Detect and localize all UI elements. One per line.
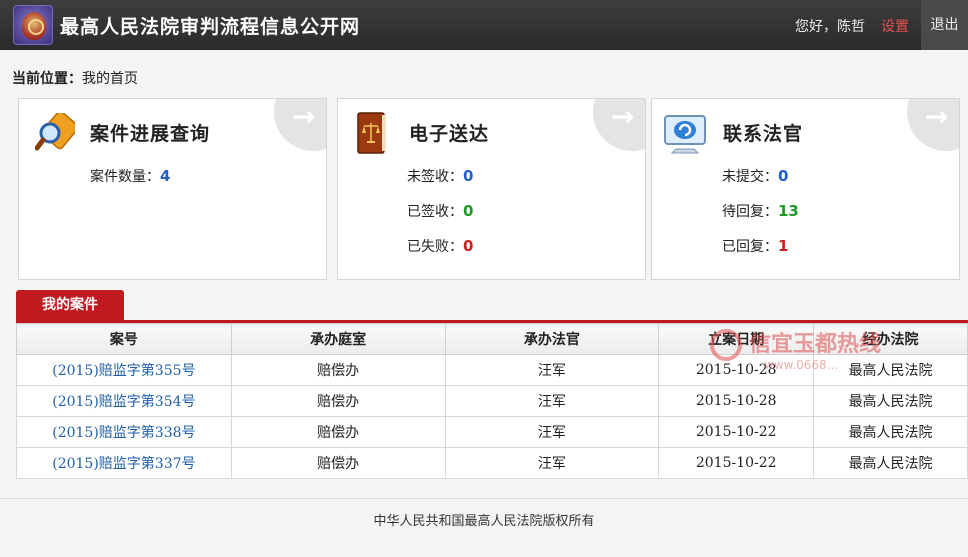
department-cell: 赔偿办 [230,416,446,448]
header-court[interactable]: 经办法院 [813,323,968,355]
table-row[interactable]: (2015)赔监字第355号 赔偿办 汪军 2015-10-28 最高人民法院 [16,354,968,386]
court-cell: 最高人民法院 [813,416,968,448]
header-department[interactable]: 承办庭室 [230,323,446,355]
case-number-cell[interactable]: (2015)赔监字第338号 [16,416,232,448]
table-row[interactable]: (2015)赔监字第338号 赔偿办 汪军 2015-10-22 最高人民法院 [16,416,968,448]
e-delivery-title: 电子送达 [409,123,490,145]
department-cell: 赔偿办 [230,354,446,386]
failed-label: 已失败： [407,239,463,255]
department-cell: 赔偿办 [230,447,446,479]
case-query-card[interactable]: → 案件进展查询 案件数量：4 [18,98,327,280]
breadcrumb-current: 我的首页 [82,71,138,87]
unsubmitted-row: 未提交：0 [722,166,788,186]
header-filing-date[interactable]: 立案日期 [658,323,815,355]
breadcrumb: 当前位置：我的首页 [12,68,138,88]
unsigned-label: 未签收： [407,169,463,185]
court-cell: 最高人民法院 [813,385,968,417]
arrow-right-icon: → [611,100,635,133]
judge-cell: 汪军 [444,354,660,386]
logout-button[interactable]: 退出 [921,0,968,50]
breadcrumb-label: 当前位置： [12,71,82,87]
replied-label: 已回复： [722,239,778,255]
law-book-icon [357,112,386,154]
case-number-link[interactable]: (2015)赔监字第337号 [52,456,195,472]
signed-row: 已签收：0 [407,201,473,221]
unsubmitted-label: 未提交： [722,169,778,185]
contact-judge-card[interactable]: → 联系法官 未提交：0 待回复：13 已回复：1 [651,98,960,280]
arrow-right-icon: → [292,100,316,133]
case-number-cell[interactable]: (2015)赔监字第337号 [16,447,232,479]
top-header: 最高人民法院审判流程信息公开网 您好，陈哲 设置 退出 [0,0,968,50]
failed-row: 已失败：0 [407,236,473,256]
pending-reply-row: 待回复：13 [722,201,799,221]
e-delivery-card[interactable]: → 电子送达 未签收：0 已签收：0 已失败：0 [337,98,646,280]
contact-judge-more-button[interactable]: → [907,99,959,151]
pending-reply-value: 13 [778,202,799,220]
arrow-right-icon: → [925,100,949,133]
case-number-link[interactable]: (2015)赔监字第355号 [52,363,195,379]
tab-my-cases[interactable]: 我的案件 [16,290,124,322]
case-count-value: 4 [160,167,171,185]
case-query-more-button[interactable]: → [274,99,326,151]
site-title: 最高人民法院审判流程信息公开网 [60,16,361,38]
judge-cell: 汪军 [444,385,660,417]
footer-divider [0,498,968,499]
signed-value: 0 [463,202,474,220]
table-row[interactable]: (2015)赔监字第337号 赔偿办 汪军 2015-10-22 最高人民法院 [16,447,968,479]
replied-row: 已回复：1 [722,236,788,256]
e-delivery-more-button[interactable]: → [593,99,645,151]
pending-reply-label: 待回复： [722,204,778,220]
user-greeting: 您好，陈哲 [795,19,865,35]
case-number-link[interactable]: (2015)赔监字第354号 [52,394,195,410]
filing-date-cell: 2015-10-28 [658,385,815,417]
signed-label: 已签收： [407,204,463,220]
failed-value: 0 [463,237,474,255]
settings-link[interactable]: 设置 [881,16,909,36]
table-header-row: 案号 承办庭室 承办法官 立案日期 经办法院 [16,323,968,355]
case-count-label: 案件数量： [90,169,160,185]
court-cell: 最高人民法院 [813,354,968,386]
case-query-title: 案件进展查询 [90,123,211,145]
case-count-row: 案件数量：4 [90,166,170,186]
filing-date-cell: 2015-10-22 [658,447,815,479]
case-number-cell[interactable]: (2015)赔监字第355号 [16,354,232,386]
unsigned-row: 未签收：0 [407,166,473,186]
judge-cell: 汪军 [444,416,660,448]
filing-date-cell: 2015-10-28 [658,354,815,386]
filing-date-cell: 2015-10-22 [658,416,815,448]
header-judge[interactable]: 承办法官 [444,323,660,355]
case-number-cell[interactable]: (2015)赔监字第354号 [16,385,232,417]
magnifier-icon [35,113,75,151]
unsubmitted-value: 0 [778,167,789,185]
judge-cell: 汪军 [444,447,660,479]
cases-table: 案号 承办庭室 承办法官 立案日期 经办法院 (2015)赔监字第355号 赔偿… [16,323,968,479]
header-case-number[interactable]: 案号 [16,323,232,355]
case-number-link[interactable]: (2015)赔监字第338号 [52,425,195,441]
unsigned-value: 0 [463,167,474,185]
footer-copyright: 中华人民共和国最高人民法院版权所有 [373,514,595,529]
department-cell: 赔偿办 [230,385,446,417]
court-emblem-logo [13,5,53,45]
contact-judge-title: 联系法官 [723,123,804,145]
monitor-icon [664,115,706,154]
court-cell: 最高人民法院 [813,447,968,479]
table-row[interactable]: (2015)赔监字第354号 赔偿办 汪军 2015-10-28 最高人民法院 [16,385,968,417]
replied-value: 1 [778,237,789,255]
